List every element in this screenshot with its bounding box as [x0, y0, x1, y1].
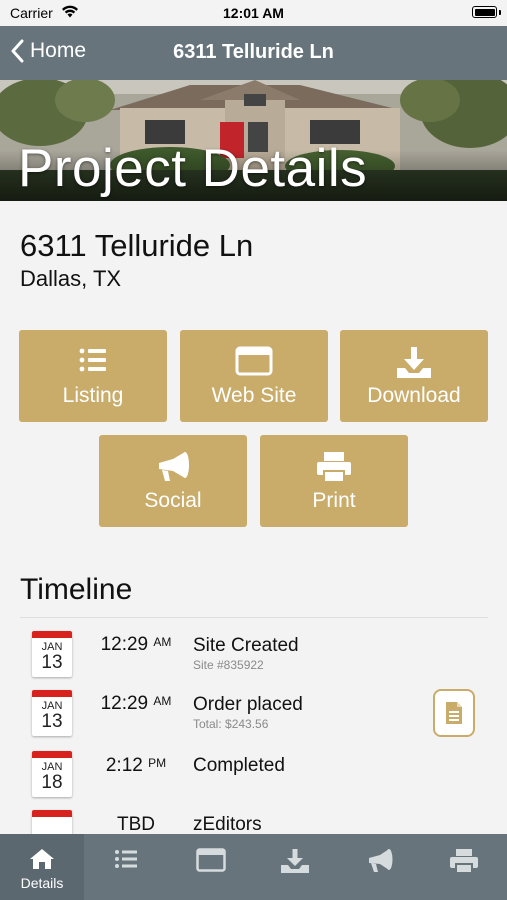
navigation-bar: Home 6311 Telluride Ln: [0, 26, 507, 80]
calendar-icon: JAN 18: [32, 751, 72, 797]
home-icon: [30, 849, 54, 869]
status-bar: Carrier 12:01 AM: [0, 0, 507, 26]
timeline-event: Site Created: [193, 635, 299, 656]
print-button-label: Print: [312, 489, 356, 512]
timeline-detail: Total: $243.56: [193, 717, 269, 731]
timeline-detail: Site #835922: [193, 658, 264, 672]
timeline-time: 2:12 PM: [105, 755, 167, 776]
megaphone-icon: [159, 452, 189, 481]
social-button-label: Social: [144, 489, 202, 512]
timeline-divider: [20, 617, 488, 618]
hero-title: Project Details: [18, 139, 368, 198]
web-site-button[interactable]: Web Site: [180, 330, 328, 422]
download-icon: [397, 347, 431, 378]
tab-web-site[interactable]: [169, 834, 253, 900]
download-icon: [281, 849, 309, 873]
tab-print[interactable]: [422, 834, 506, 900]
timeline-event: Order placed: [193, 694, 303, 715]
megaphone-icon: [369, 849, 393, 872]
timeline-heading: Timeline: [20, 573, 133, 606]
receipt-button[interactable]: [433, 689, 475, 737]
list-icon: [115, 850, 137, 868]
document-icon: [446, 702, 462, 724]
calendar-day: 18: [41, 772, 63, 793]
timeline-time: TBD: [117, 814, 155, 835]
web-site-button-label: Web Site: [211, 384, 297, 407]
calendar-day: 13: [41, 652, 63, 673]
calendar-icon: JAN 13: [32, 690, 72, 736]
timeline-time: 12:29 AM: [100, 634, 172, 655]
calendar-day: 13: [41, 711, 63, 732]
tab-social[interactable]: [338, 834, 422, 900]
tab-listing[interactable]: [84, 834, 168, 900]
listing-button[interactable]: Listing: [19, 330, 167, 422]
download-button-label: Download: [367, 384, 461, 407]
hero-banner: Project Details: [0, 80, 507, 201]
address-line-1: 6311 Telluride Ln: [20, 228, 254, 263]
tab-download[interactable]: [253, 834, 337, 900]
print-button[interactable]: Print: [260, 435, 408, 527]
calendar-icon: JAN 13: [32, 631, 72, 677]
tab-details[interactable]: Details: [0, 834, 84, 900]
list-icon: [79, 348, 106, 372]
timeline-time: 12:29 AM: [100, 693, 172, 714]
battery-icon: [472, 6, 497, 18]
timeline-event: zEditors: [193, 814, 262, 835]
tab-details-label: Details: [20, 875, 64, 891]
browser-window-icon: [196, 848, 226, 872]
address-line-2: Dallas, TX: [20, 266, 122, 291]
listing-button-label: Listing: [62, 384, 124, 407]
clock: 12:01 AM: [223, 5, 284, 21]
printer-icon: [450, 849, 478, 874]
page-title: 6311 Telluride Ln: [173, 41, 334, 63]
timeline-event: Completed: [193, 755, 285, 776]
tab-bar: Details: [0, 834, 507, 900]
browser-window-icon: [235, 346, 273, 376]
printer-icon: [317, 452, 351, 483]
download-button[interactable]: Download: [340, 330, 488, 422]
social-button[interactable]: Social: [99, 435, 247, 527]
